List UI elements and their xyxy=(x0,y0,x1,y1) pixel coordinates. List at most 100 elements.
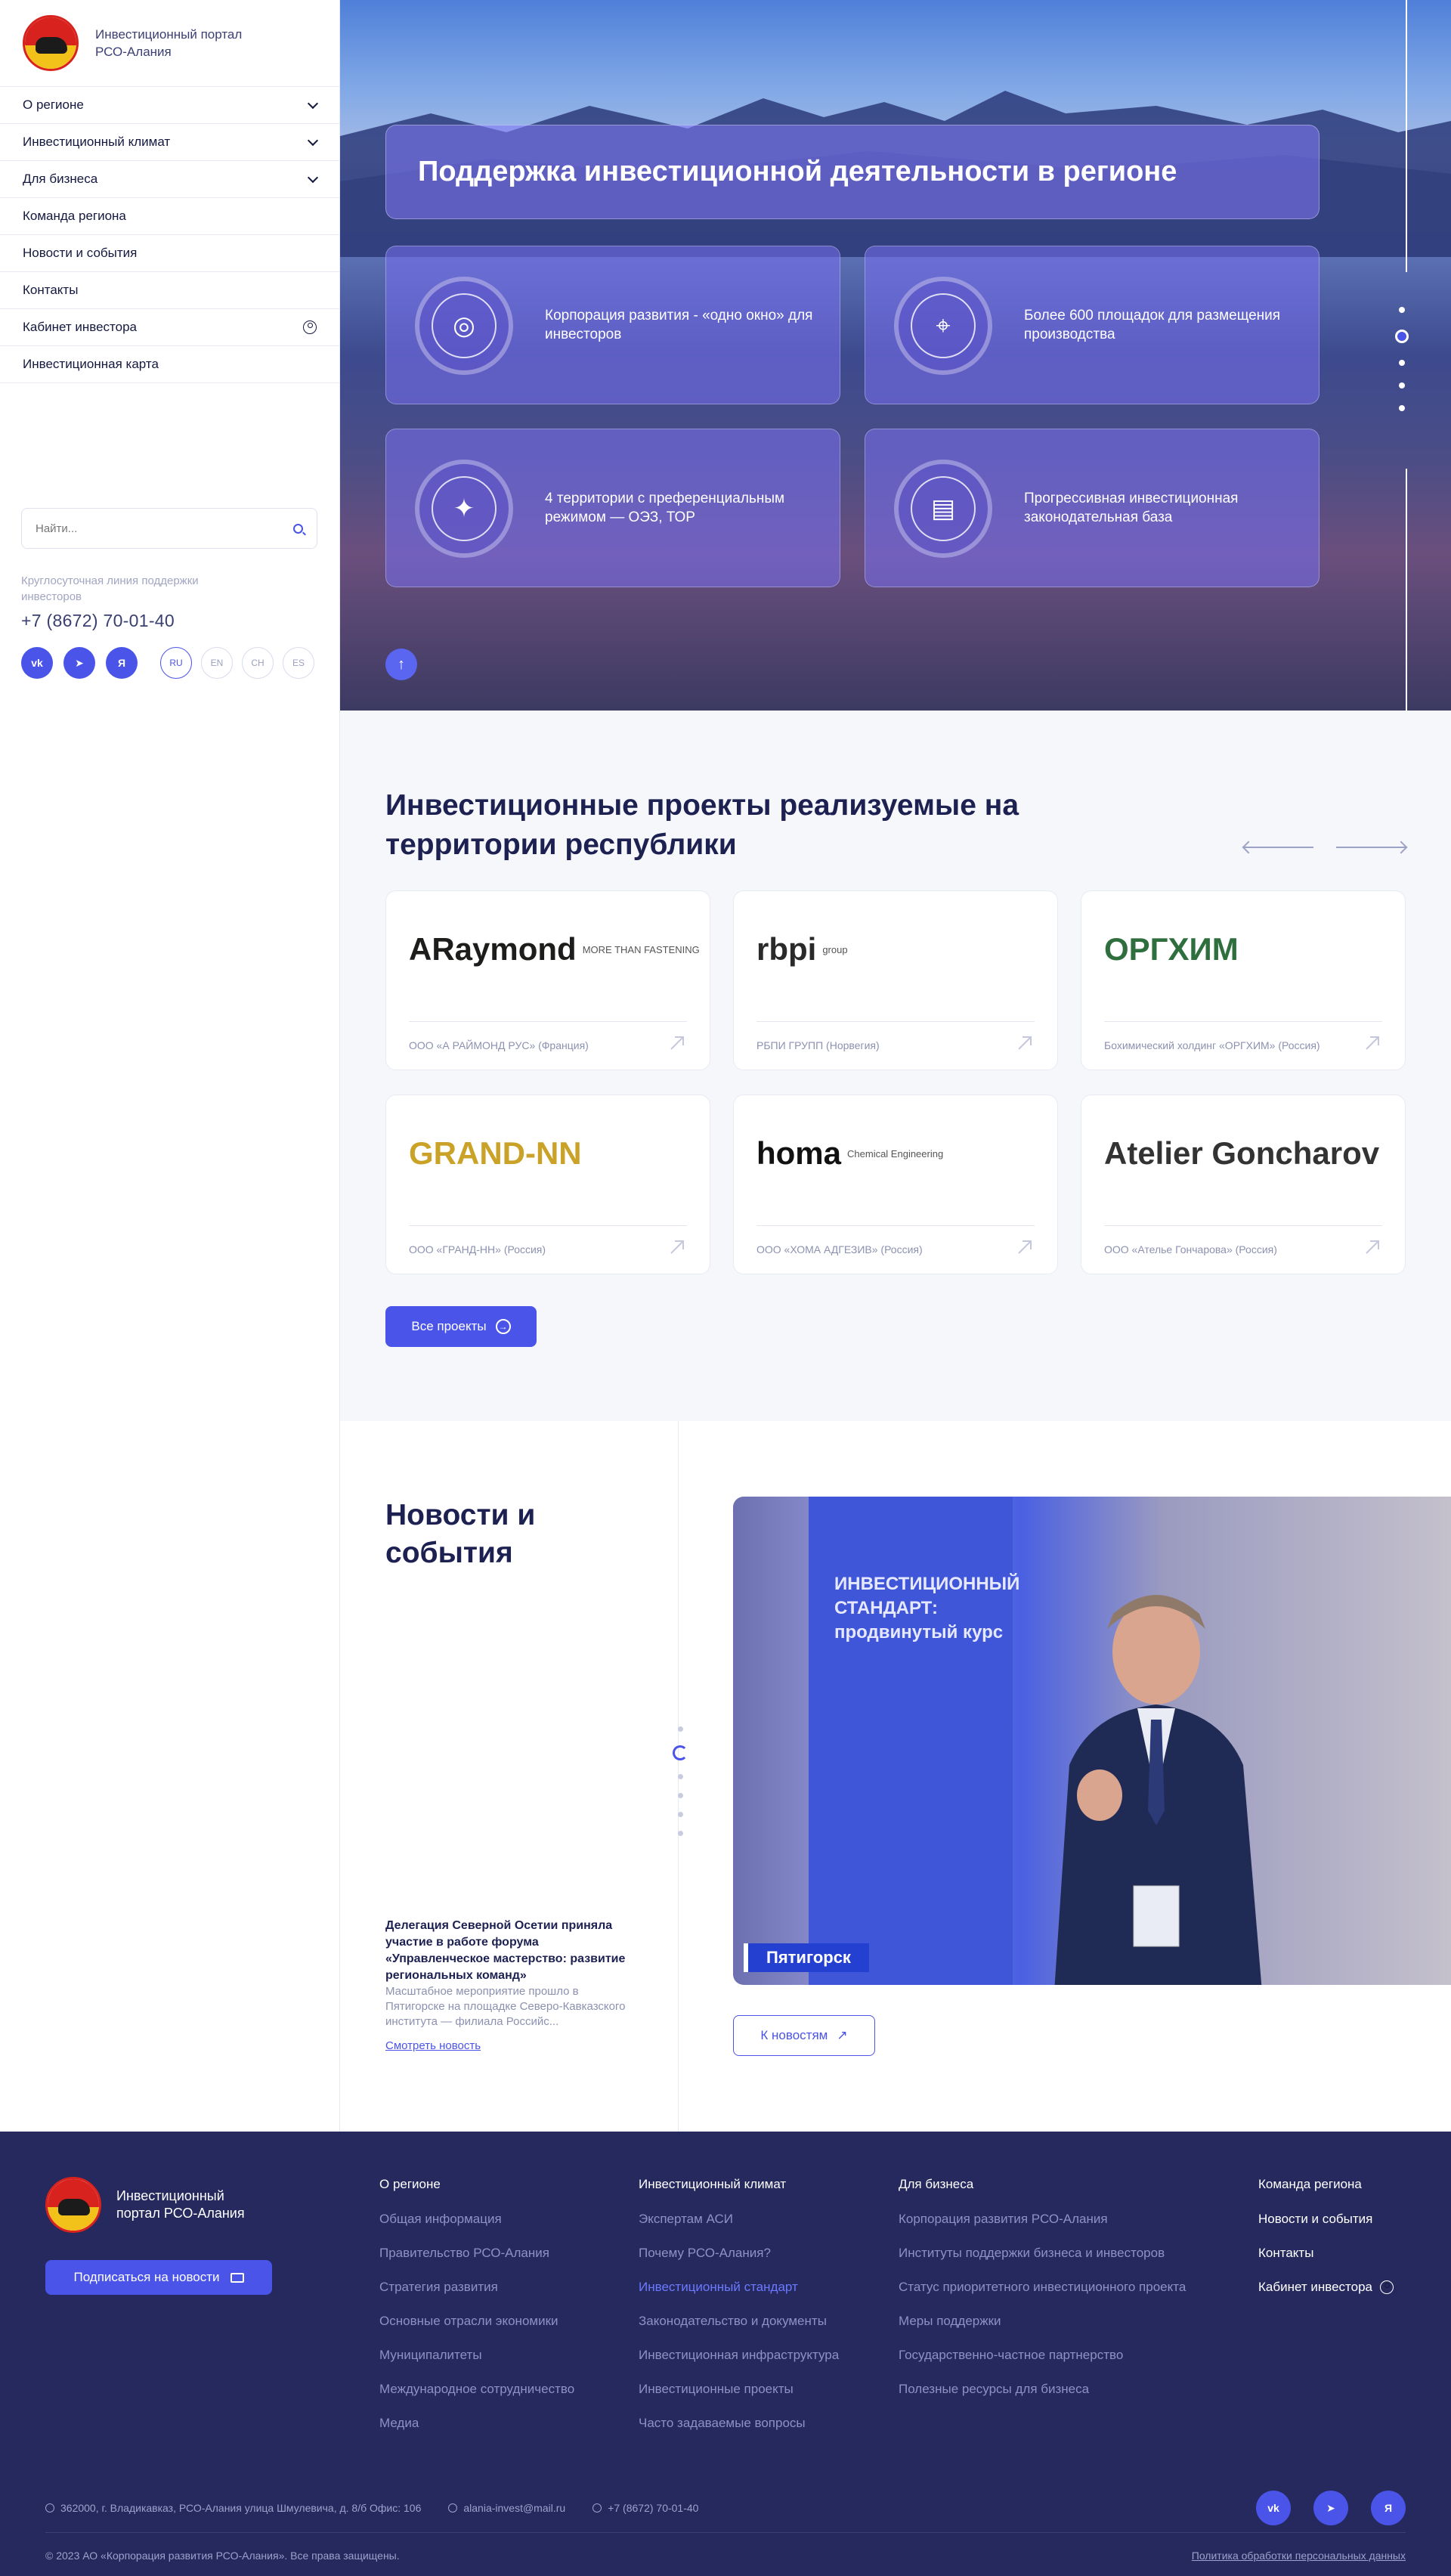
footer-link[interactable]: Международное сотрудничество xyxy=(379,2382,574,2397)
footer-link[interactable]: Государственно-частное партнерство xyxy=(899,2348,1186,2363)
lang-ru[interactable]: RU xyxy=(160,647,192,679)
footer-link[interactable]: Правительство РСО-Алания xyxy=(379,2246,574,2261)
subscribe-button[interactable]: Подписаться на новости xyxy=(45,2260,272,2295)
sidebar-item-3[interactable]: Команда региона xyxy=(0,198,339,235)
project-card[interactable]: Atelier Goncharov ООО «Ателье Гончарова» … xyxy=(1081,1094,1406,1274)
arrow-up-right-icon[interactable] xyxy=(669,1035,685,1051)
arrow-up-right-icon[interactable] xyxy=(669,1239,685,1255)
yandex-icon[interactable]: Я xyxy=(1371,2491,1406,2525)
lang-es[interactable]: ES xyxy=(283,647,314,679)
footer-link[interactable]: Кабинет инвестора xyxy=(1258,2280,1394,2295)
arrow-up-right-icon[interactable] xyxy=(1364,1239,1381,1255)
sidebar-item-6[interactable]: Кабинет инвестора xyxy=(0,309,339,346)
footer-link[interactable]: Часто задаваемые вопросы xyxy=(639,2416,839,2431)
footer-link[interactable]: Стратегия развития xyxy=(379,2280,574,2295)
news-slide-dot[interactable] xyxy=(677,1831,683,1836)
arrow-up-right-icon[interactable] xyxy=(1364,1035,1381,1051)
footer-column-head[interactable]: О регионе xyxy=(379,2177,574,2192)
yandex-icon[interactable]: Я xyxy=(106,647,138,679)
location-icon xyxy=(45,2503,54,2513)
search-icon[interactable] xyxy=(293,523,303,534)
footer-phone[interactable]: +7 (8672) 70-01-40 xyxy=(592,2502,698,2514)
hero-slide-dot[interactable] xyxy=(1399,382,1405,389)
footer-link[interactable]: Экспертам АСИ xyxy=(639,2212,839,2227)
all-projects-button[interactable]: Все проекты → xyxy=(385,1306,537,1347)
news-slide-dot[interactable] xyxy=(673,1745,688,1760)
search-input[interactable] xyxy=(36,522,262,535)
chevron-down-icon[interactable] xyxy=(307,135,319,146)
footer-column-head[interactable]: Команда региона xyxy=(1258,2177,1394,2192)
hero-slide-dot[interactable] xyxy=(1399,405,1405,411)
hotline-phone[interactable]: +7 (8672) 70-01-40 xyxy=(21,611,175,631)
card-divider xyxy=(1104,1225,1382,1226)
hero-slide-dot[interactable] xyxy=(1399,307,1405,313)
sidebar-item-2[interactable]: Для бизнеса xyxy=(0,161,339,198)
footer-link[interactable]: Законодательство и документы xyxy=(639,2314,839,2329)
chevron-down-icon[interactable] xyxy=(307,172,319,183)
project-name: ООО «Ателье Гончарова» (Россия) xyxy=(1104,1243,1277,1255)
project-card[interactable]: GRAND-NN ООО «ГРАНД-НН» (Россия) xyxy=(385,1094,710,1274)
sidebar-item-4[interactable]: Новости и события xyxy=(0,235,339,272)
sidebar-item-0[interactable]: О регионе xyxy=(0,87,339,124)
hero-section: Поддержка инвестиционной деятельности в … xyxy=(340,0,1451,711)
footer-link[interactable]: Основные отрасли экономики xyxy=(379,2314,574,2329)
project-card[interactable]: homa Chemical Engineering ООО «ХОМА АДГЕЗИ… xyxy=(733,1094,1058,1274)
lang-en[interactable]: EN xyxy=(201,647,233,679)
social-links: vk ➤ Я xyxy=(21,647,138,679)
footer-column-head[interactable]: Для бизнеса xyxy=(899,2177,1186,2192)
sidebar-nav: О регионе Инвестиционный климат Для бизнес… xyxy=(0,87,339,383)
lang-ch[interactable]: CH xyxy=(242,647,274,679)
news-slide-dot[interactable] xyxy=(677,1726,683,1732)
sidebar-item-1[interactable]: Инвестиционный климат xyxy=(0,124,339,161)
footer-link[interactable]: Статус приоритетного инвестиционного про… xyxy=(899,2280,1186,2295)
footer-link[interactable]: Контакты xyxy=(1258,2246,1394,2261)
footer-link[interactable]: Инвестиционный стандарт xyxy=(639,2280,839,2295)
vk-icon[interactable]: vk xyxy=(1256,2491,1291,2525)
hero-slide-dot[interactable] xyxy=(1395,330,1409,343)
footer-column-head[interactable]: Инвестиционный климат xyxy=(639,2177,839,2192)
chevron-down-icon[interactable] xyxy=(307,98,319,109)
speaker-figure xyxy=(1054,1595,1262,1985)
news-slide-dot[interactable] xyxy=(677,1812,683,1817)
search-box[interactable] xyxy=(21,508,317,549)
news-photo[interactable]: ИНВЕСТИЦИОННЫЙ СТАНДАРТ: продвинутый кур… xyxy=(733,1497,1451,1985)
map-pin-icon: ⌖ xyxy=(911,293,976,358)
news-item-title[interactable]: Делегация Северной Осетии приняла участи… xyxy=(385,1918,642,1984)
news-more-link[interactable]: Смотреть новость xyxy=(385,2039,481,2052)
arrow-up-right-icon[interactable] xyxy=(1016,1035,1033,1051)
privacy-policy-link[interactable]: Политика обработки персональных данных xyxy=(1192,2550,1406,2562)
footer-link[interactable]: Корпорация развития РСО-Алания xyxy=(899,2212,1186,2227)
footer-link[interactable]: Полезные ресурсы для бизнеса xyxy=(899,2382,1186,2397)
footer-link[interactable]: Меры поддержки xyxy=(899,2314,1186,2329)
sidebar-item-7[interactable]: Инвестиционная карта xyxy=(0,346,339,383)
footer-link[interactable]: Муниципалитеты xyxy=(379,2348,574,2363)
footer-link[interactable]: Новости и события xyxy=(1258,2212,1394,2227)
footer-link[interactable]: Инвестиционные проекты xyxy=(639,2382,839,2397)
sidebar-logo[interactable]: Инвестиционный портал РСО-Алания xyxy=(0,0,339,87)
news-slide-dot[interactable] xyxy=(677,1774,683,1779)
footer-email[interactable]: alania-invest@mail.ru xyxy=(448,2502,565,2514)
telegram-icon[interactable]: ➤ xyxy=(1313,2491,1348,2525)
footer-link[interactable]: Почему РСО-Алания? xyxy=(639,2246,839,2261)
footer-logo[interactable]: Инвестиционный портал РСО-Алания xyxy=(45,2177,252,2233)
hero-card-text: Корпорация развития - «одно окно» для ин… xyxy=(545,308,813,342)
footer-link[interactable]: Общая информация xyxy=(379,2212,574,2227)
telegram-icon[interactable]: ➤ xyxy=(63,647,95,679)
projects-prev-button[interactable] xyxy=(1244,847,1313,848)
scroll-up-button[interactable]: ↑ xyxy=(385,649,417,680)
project-card[interactable]: ARaymond MORE THAN FASTENING ООО «А РАЙМОН… xyxy=(385,890,710,1070)
project-card[interactable]: rbpi group РБПИ ГРУПП (Норвегия) xyxy=(733,890,1058,1070)
footer-link[interactable]: Институты поддержки бизнеса и инвесторов xyxy=(899,2246,1186,2261)
projects-next-button[interactable] xyxy=(1336,847,1406,848)
project-logo: ARaymond MORE THAN FASTENING xyxy=(409,908,700,991)
footer-link[interactable]: Инвестиционная инфраструктура xyxy=(639,2348,839,2363)
project-card[interactable]: ОРГХИМ Бохимический холдинг «ОРГХИМ» (Рос… xyxy=(1081,890,1406,1070)
news-slide-dot[interactable] xyxy=(677,1793,683,1798)
footer-link[interactable]: Медиа xyxy=(379,2416,574,2431)
sidebar-item-5[interactable]: Контакты xyxy=(0,272,339,309)
arrow-up-right-icon[interactable] xyxy=(1016,1239,1033,1255)
vk-icon[interactable]: vk xyxy=(21,647,53,679)
to-news-button[interactable]: К новостям ↗ xyxy=(733,2015,875,2056)
card-divider xyxy=(409,1021,687,1022)
hero-slide-dot[interactable] xyxy=(1399,360,1405,366)
